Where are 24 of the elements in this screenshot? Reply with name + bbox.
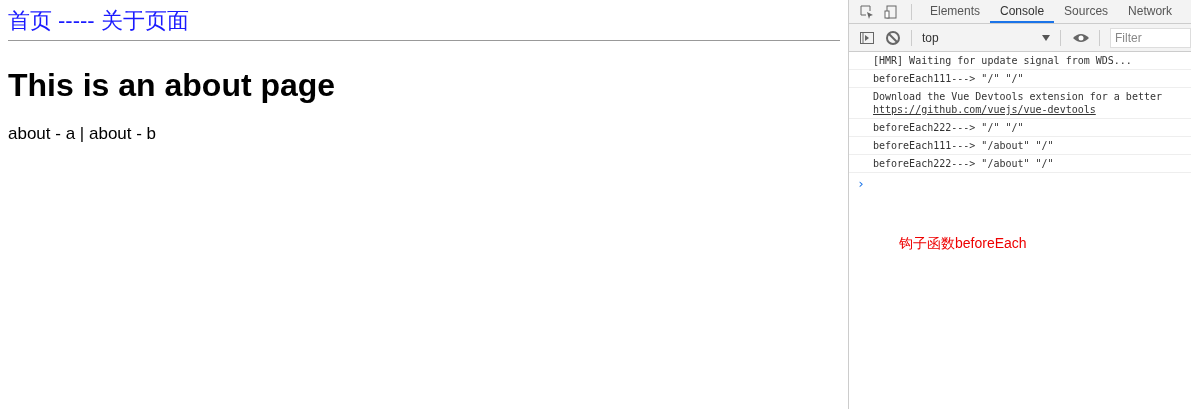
console-message: beforeEach222---> "/about" "/" (873, 157, 1055, 170)
nav-link[interactable]: 首页 (8, 6, 52, 36)
devtools-tab[interactable]: Sources (1054, 0, 1119, 23)
sidebar-icon[interactable] (859, 29, 875, 46)
console-link[interactable]: https://github.com/vuejs/vue-devtools (873, 104, 1096, 115)
console-prompt[interactable]: › (857, 176, 865, 191)
console-message: beforeEach111---> "/" "/" (873, 72, 1025, 85)
context-select[interactable]: top (922, 28, 1050, 47)
clear-icon[interactable] (885, 29, 901, 46)
devtools-tab[interactable]: Elements (920, 0, 991, 23)
device-icon[interactable] (883, 3, 899, 20)
nav-link[interactable]: 关于页面 (100, 6, 189, 36)
inspect-icon[interactable] (859, 3, 875, 20)
annotation-text: 钩子函数beforeEach (899, 233, 1028, 253)
devtools-tab[interactable]: Network (1118, 0, 1183, 23)
nav-separator: ----- (58, 7, 95, 35)
page-heading: This is an about page (8, 66, 337, 105)
filter-field[interactable]: Filter (1110, 27, 1191, 48)
console-message: beforeEach111---> "/about" "/" (873, 139, 1055, 152)
console-message: Download the Vue Devtools extension for a better (873, 90, 1163, 103)
sub-links: about - a | about - b (8, 123, 158, 145)
dropdown-caret-icon (1042, 34, 1050, 41)
console-message: beforeEach222---> "/" "/" (873, 121, 1025, 134)
console-message: [HMR] Waiting for update signal from WDS... (873, 54, 1133, 67)
